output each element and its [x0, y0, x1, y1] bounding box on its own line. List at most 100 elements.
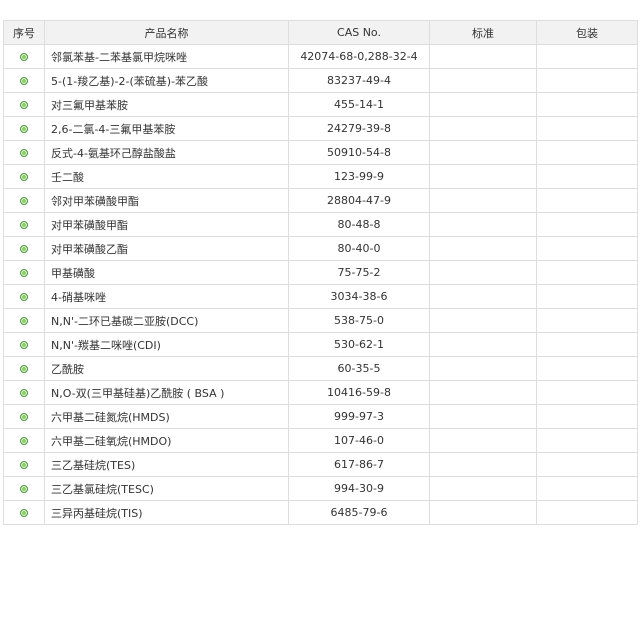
product-name-cell: 对三氟甲基苯胺: [44, 92, 289, 117]
row-bullet-cell: [3, 140, 45, 165]
package-cell: [536, 116, 638, 141]
green-dot-icon: [20, 77, 28, 85]
green-dot-icon: [20, 437, 28, 445]
table-row: 甲基磺酸 75-75-2: [3, 260, 638, 285]
cas-number-cell: 80-40-0: [288, 236, 430, 261]
green-dot-icon: [20, 149, 28, 157]
row-bullet-cell: [3, 308, 45, 333]
header-row: 序号 产品名称 CAS No. 标准 包装: [3, 20, 638, 45]
green-dot-icon: [20, 413, 28, 421]
package-cell: [536, 260, 638, 285]
cas-number-cell: 28804-47-9: [288, 188, 430, 213]
row-bullet-cell: [3, 332, 45, 357]
product-name-cell: N,N'-二环已基碳二亚胺(DCC): [44, 308, 289, 333]
package-cell: [536, 332, 638, 357]
cas-number-cell: 999-97-3: [288, 404, 430, 429]
product-name-cell: 三乙基氯硅烷(TESC): [44, 476, 289, 501]
product-name-cell: 六甲基二硅氮烷(HMDS): [44, 404, 289, 429]
package-cell: [536, 428, 638, 453]
cas-number-cell: 123-99-9: [288, 164, 430, 189]
header-standard: 标准: [429, 20, 537, 45]
cas-number-cell: 42074-68-0,288-32-4: [288, 44, 430, 69]
package-cell: [536, 452, 638, 477]
standard-cell: [429, 452, 537, 477]
table-row: N,N'-羰基二咪唑(CDI) 530-62-1: [3, 332, 638, 357]
product-name-cell: 2,6-二氯-4-三氟甲基苯胺: [44, 116, 289, 141]
cas-number-cell: 83237-49-4: [288, 68, 430, 93]
table-row: 对甲苯磺酸甲酯 80-48-8: [3, 212, 638, 237]
package-cell: [536, 476, 638, 501]
cas-number-cell: 10416-59-8: [288, 380, 430, 405]
green-dot-icon: [20, 509, 28, 517]
green-dot-icon: [20, 197, 28, 205]
table-row: 对三氟甲基苯胺 455-14-1: [3, 92, 638, 117]
table-row: N,O-双(三甲基硅基)乙酰胺 ( BSA ) 10416-59-8: [3, 380, 638, 405]
standard-cell: [429, 332, 537, 357]
green-dot-icon: [20, 245, 28, 253]
green-dot-icon: [20, 365, 28, 373]
product-table: 序号 产品名称 CAS No. 标准 包装 邻氯苯基-二苯基氯甲烷咪唑 42074…: [3, 20, 638, 525]
standard-cell: [429, 356, 537, 381]
header-product-name: 产品名称: [44, 20, 289, 45]
row-bullet-cell: [3, 428, 45, 453]
product-name-cell: 邻对甲苯磺酸甲酯: [44, 188, 289, 213]
row-bullet-cell: [3, 284, 45, 309]
package-cell: [536, 500, 638, 525]
table-row: 对甲苯磺酸乙酯 80-40-0: [3, 236, 638, 261]
product-name-cell: 乙酰胺: [44, 356, 289, 381]
package-cell: [536, 236, 638, 261]
standard-cell: [429, 212, 537, 237]
table-row: 2,6-二氯-4-三氟甲基苯胺 24279-39-8: [3, 116, 638, 141]
standard-cell: [429, 92, 537, 117]
green-dot-icon: [20, 389, 28, 397]
row-bullet-cell: [3, 92, 45, 117]
green-dot-icon: [20, 461, 28, 469]
page: 序号 产品名称 CAS No. 标准 包装 邻氯苯基-二苯基氯甲烷咪唑 42074…: [0, 0, 640, 640]
table-header: 序号 产品名称 CAS No. 标准 包装: [3, 20, 638, 45]
row-bullet-cell: [3, 380, 45, 405]
cas-number-cell: 3034-38-6: [288, 284, 430, 309]
green-dot-icon: [20, 485, 28, 493]
green-dot-icon: [20, 341, 28, 349]
table-row: 反式-4-氨基环己醇盐酸盐 50910-54-8: [3, 140, 638, 165]
product-name-cell: 壬二酸: [44, 164, 289, 189]
cas-number-cell: 455-14-1: [288, 92, 430, 117]
product-name-cell: 5-(1-羧乙基)-2-(苯硫基)-苯乙酸: [44, 68, 289, 93]
product-name-cell: 甲基磺酸: [44, 260, 289, 285]
header-cas-no: CAS No.: [288, 20, 430, 45]
cas-number-cell: 994-30-9: [288, 476, 430, 501]
table-row: 邻氯苯基-二苯基氯甲烷咪唑 42074-68-0,288-32-4: [3, 44, 638, 69]
header-package: 包装: [536, 20, 638, 45]
cas-number-cell: 107-46-0: [288, 428, 430, 453]
cas-number-cell: 50910-54-8: [288, 140, 430, 165]
cas-number-cell: 60-35-5: [288, 356, 430, 381]
header-index: 序号: [3, 20, 45, 45]
package-cell: [536, 380, 638, 405]
product-name-cell: 三异丙基硅烷(TIS): [44, 500, 289, 525]
table-row: 六甲基二硅氧烷(HMDO) 107-46-0: [3, 428, 638, 453]
standard-cell: [429, 164, 537, 189]
standard-cell: [429, 68, 537, 93]
package-cell: [536, 140, 638, 165]
standard-cell: [429, 188, 537, 213]
cas-number-cell: 530-62-1: [288, 332, 430, 357]
cas-number-cell: 538-75-0: [288, 308, 430, 333]
table-row: 壬二酸 123-99-9: [3, 164, 638, 189]
package-cell: [536, 284, 638, 309]
green-dot-icon: [20, 317, 28, 325]
green-dot-icon: [20, 269, 28, 277]
package-cell: [536, 356, 638, 381]
table-row: 三异丙基硅烷(TIS) 6485-79-6: [3, 500, 638, 525]
product-name-cell: 六甲基二硅氧烷(HMDO): [44, 428, 289, 453]
cas-number-cell: 80-48-8: [288, 212, 430, 237]
product-name-cell: 三乙基硅烷(TES): [44, 452, 289, 477]
package-cell: [536, 308, 638, 333]
table-body: 邻氯苯基-二苯基氯甲烷咪唑 42074-68-0,288-32-4 5-(1-羧乙基…: [3, 44, 638, 525]
standard-cell: [429, 500, 537, 525]
standard-cell: [429, 380, 537, 405]
table-row: 邻对甲苯磺酸甲酯 28804-47-9: [3, 188, 638, 213]
product-name-cell: 对甲苯磺酸乙酯: [44, 236, 289, 261]
package-cell: [536, 212, 638, 237]
standard-cell: [429, 140, 537, 165]
row-bullet-cell: [3, 476, 45, 501]
